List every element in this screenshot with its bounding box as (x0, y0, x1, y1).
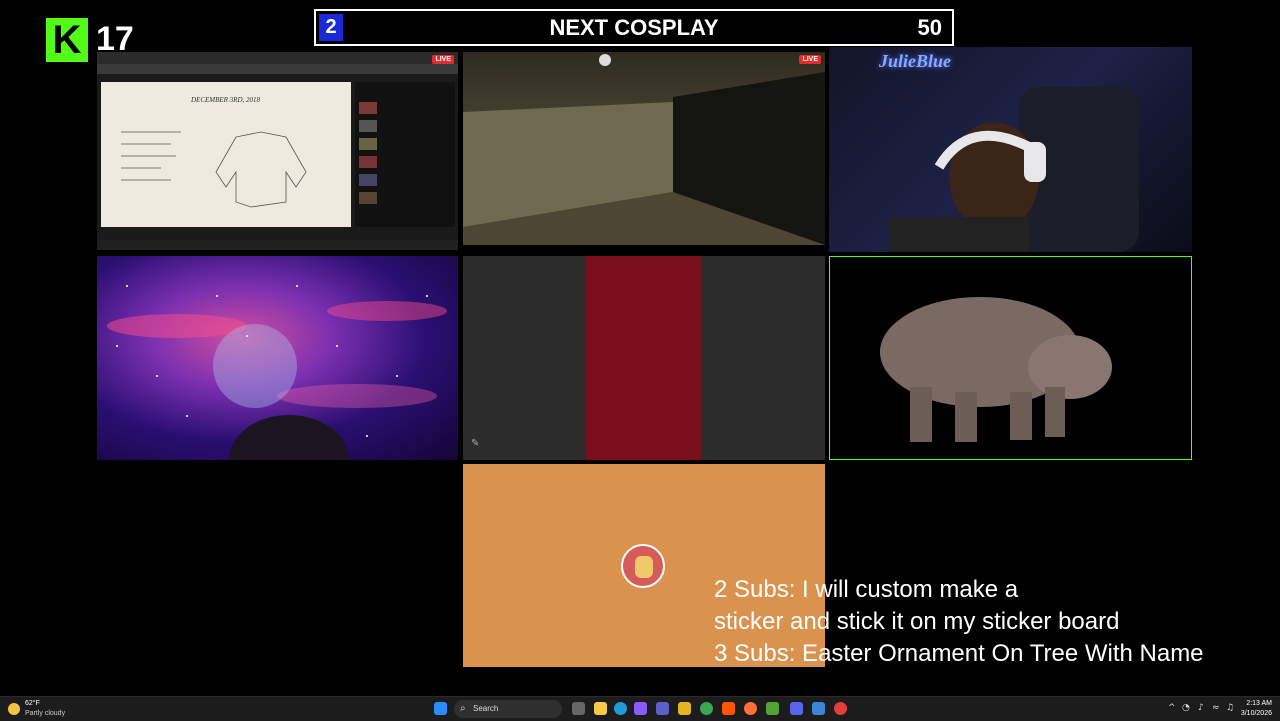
next-cosplay-bar: 2 NEXT COSPLAY 50 (314, 9, 954, 46)
weather-temp: 62°F (25, 700, 40, 707)
clock[interactable]: 2:13 AM 3/10/2026 (1232, 699, 1272, 719)
start-windows-icon[interactable] (434, 702, 447, 715)
goal-title: NEXT COSPLAY (549, 15, 719, 40)
inner-taskbar (97, 240, 458, 250)
webcam-tile-neon[interactable]: JulieBlue (829, 47, 1192, 252)
teams-icon[interactable] (656, 702, 669, 715)
browser-tabs (97, 52, 458, 64)
chrome-icon[interactable] (700, 702, 713, 715)
network-icon[interactable]: ◔ (1182, 703, 1190, 713)
edge-icon[interactable] (614, 702, 627, 715)
notebook-image: DECEMBER 3RD, 2018 (101, 82, 351, 227)
mic-muted-icon: ✎ (471, 438, 480, 449)
wifi-icon[interactable]: ≈ (1212, 703, 1220, 713)
partly-cloudy-icon (8, 703, 20, 715)
clock-time: 2:13 AM (1246, 700, 1272, 707)
sub-goal-line-1: 2 Subs: I will custom make a (714, 576, 1019, 603)
folder-icon[interactable] (678, 702, 691, 715)
clock-date: 3/10/2026 (1240, 710, 1272, 717)
weather-condition: Partly cloudy (25, 710, 66, 717)
browser-address-bar (97, 64, 458, 74)
screen-share-tile[interactable]: DECEMBER 3RD, 2018 LIVE (97, 52, 458, 250)
game-tile[interactable]: LIVE (463, 52, 825, 245)
corridor-scene (463, 54, 825, 245)
task-view-icon[interactable] (572, 702, 585, 715)
neon-sign: JulieBlue (879, 51, 952, 71)
weather-widget[interactable]: 62°F Partly cloudy (8, 700, 108, 720)
red-door-tile[interactable]: ✎ (463, 256, 825, 460)
live-badge: LIVE (432, 55, 454, 64)
firefox-icon[interactable] (744, 702, 757, 715)
red-panel (586, 256, 701, 460)
search-icon: ⌕ (460, 703, 466, 714)
brave-icon[interactable] (722, 702, 735, 715)
minecraft-icon[interactable] (766, 702, 779, 715)
hippo-tile[interactable] (829, 256, 1192, 460)
mic-icon[interactable]: ♪ (1198, 703, 1204, 713)
goal-target: 50 (917, 15, 942, 40)
kick-logo-icon: K (46, 18, 88, 62)
search-label: Search (473, 704, 499, 713)
copilot-icon[interactable] (634, 702, 647, 715)
taskbar-search[interactable]: ⌕ Search (454, 700, 562, 718)
hippo-image (880, 297, 1112, 442)
app-icon[interactable] (812, 702, 825, 715)
obs-icon[interactable] (834, 702, 847, 715)
galaxy-webcam-tile[interactable] (97, 256, 458, 460)
paper-date: DECEMBER 3RD, 2018 (191, 96, 261, 104)
discord-icon[interactable] (790, 702, 803, 715)
playlist-panel (355, 82, 455, 227)
sub-goal-line-2: sticker and stick it on my sticker board (714, 608, 1120, 635)
live-badge: LIVE (799, 55, 821, 64)
sub-goal-line-3: 3 Subs: Easter Ornament On Tree With Nam… (714, 640, 1204, 667)
galaxy-background (107, 285, 447, 460)
file-explorer-icon[interactable] (594, 702, 607, 715)
sub-goals-text: 2 Subs: I will custom make a sticker and… (714, 574, 1280, 670)
user-avatar (621, 544, 665, 588)
tray-chevron-icon[interactable]: ^ (1168, 703, 1176, 713)
windows-taskbar: 62°F Partly cloudy ⌕ Search ^ ◔ ♪ ≈ ♫ 2:… (0, 696, 1280, 721)
streamer-silhouette (889, 87, 1139, 252)
